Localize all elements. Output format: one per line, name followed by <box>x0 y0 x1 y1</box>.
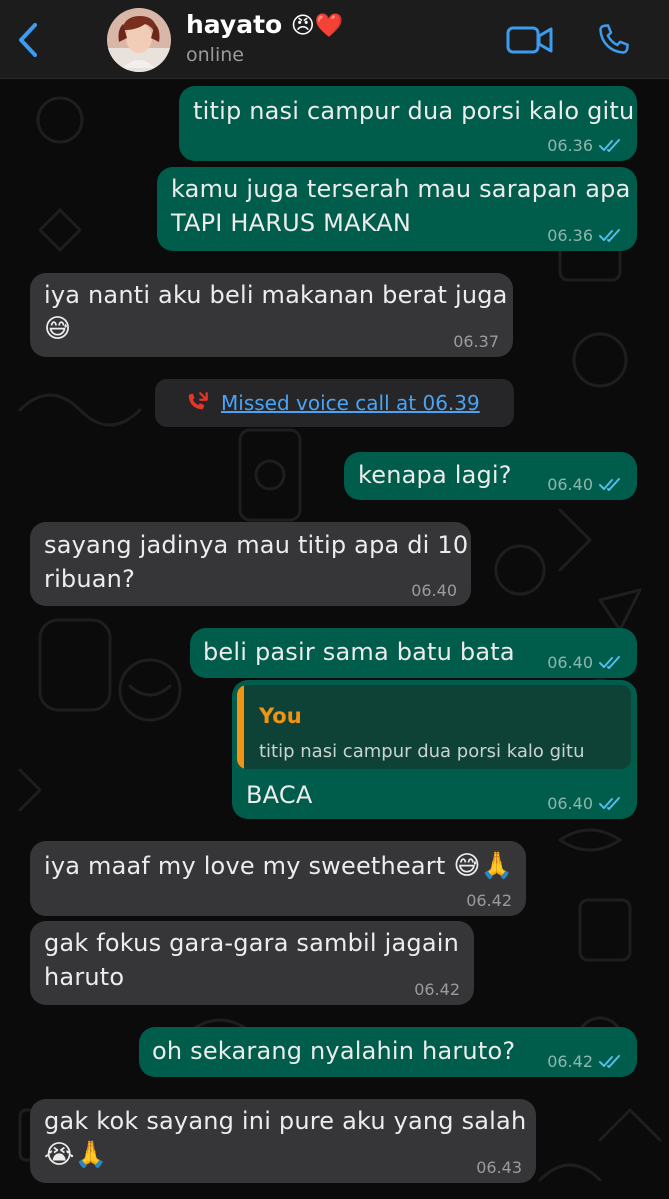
message-emoji: 😅🙏 <box>453 851 514 881</box>
message-time: 06.40 <box>547 794 593 813</box>
message-meta: 06.37 <box>453 333 499 351</box>
contact-status: online <box>186 44 244 66</box>
message-time: 06.40 <box>547 653 593 672</box>
message-time: 06.40 <box>411 581 457 600</box>
avatar[interactable] <box>107 8 171 72</box>
contact-name[interactable]: hayato 😠❤️ <box>186 10 344 39</box>
message-time: 06.37 <box>453 332 499 351</box>
read-receipt-icon <box>599 1055 620 1068</box>
message-outgoing[interactable]: kamu juga terserah mau sarapan apa TAPI … <box>157 167 637 251</box>
message-text: gak fokus gara-gara sambil jagain <box>44 929 460 957</box>
quoted-message[interactable]: You titip nasi campur dua porsi kalo git… <box>237 685 631 769</box>
message-time: 06.43 <box>476 1158 522 1177</box>
message-time: 06.40 <box>547 475 593 494</box>
message-text: BACA <box>246 781 313 809</box>
message-meta: 06.43 <box>476 1159 522 1177</box>
quote-text: titip nasi campur dua porsi kalo gitu <box>259 741 585 762</box>
message-text: sayang jadinya mau titip apa di 10 <box>44 531 469 559</box>
message-text: gak kok sayang ini pure aku yang salah <box>44 1107 527 1135</box>
message-outgoing[interactable]: beli pasir sama batu bata 06.40 <box>190 628 637 678</box>
missed-call-icon <box>188 392 208 410</box>
video-camera-icon <box>506 26 553 54</box>
message-outgoing[interactable]: oh sekarang nyalahin haruto? 06.42 <box>139 1027 637 1077</box>
message-time: 06.42 <box>466 891 512 910</box>
message-outgoing[interactable]: titip nasi campur dua porsi kalo gitu 06… <box>179 86 637 161</box>
message-meta: 06.42 <box>466 892 512 910</box>
message-text: kamu juga terserah mau sarapan apa <box>171 175 631 203</box>
read-receipt-icon <box>599 139 620 152</box>
message-outgoing[interactable]: kenapa lagi? 06.40 <box>344 452 637 500</box>
message-meta: 06.42 <box>547 1053 623 1071</box>
chevron-left-icon <box>19 23 37 57</box>
back-button[interactable] <box>12 20 44 60</box>
contact-name-text: hayato <box>186 10 283 39</box>
read-receipt-icon <box>599 656 620 669</box>
message-time: 06.36 <box>547 226 593 245</box>
message-meta: 06.40 <box>547 476 623 494</box>
missed-call-link[interactable]: Missed voice call at 06.39 <box>221 391 480 415</box>
missed-call-notice[interactable]: Missed voice call at 06.39 <box>155 379 514 427</box>
message-outgoing-reply[interactable]: You titip nasi campur dua porsi kalo git… <box>232 680 637 819</box>
phone-icon <box>599 24 629 54</box>
message-emoji: 😅 <box>44 314 72 344</box>
read-receipt-icon <box>599 229 620 242</box>
message-time: 06.42 <box>414 980 460 999</box>
message-emoji: 😭🙏 <box>44 1140 108 1170</box>
message-meta: 06.40 <box>411 582 457 600</box>
message-meta: 06.40 <box>547 795 623 813</box>
message-meta: 06.40 <box>547 654 623 672</box>
read-receipt-icon <box>599 478 620 491</box>
message-time: 06.36 <box>547 136 593 155</box>
message-incoming[interactable]: iya maaf my love my sweetheart 😅🙏 06.42 <box>30 841 526 916</box>
chat-header: hayato 😠❤️ online <box>0 0 669 79</box>
message-text: iya maaf my love my sweetheart 😅🙏 <box>44 849 526 883</box>
message-text-line2: haruto <box>44 963 125 991</box>
quote-bar <box>237 685 244 769</box>
message-text-body: iya maaf my love my sweetheart <box>44 852 446 880</box>
message-incoming[interactable]: sayang jadinya mau titip apa di 10 ribua… <box>30 522 471 606</box>
message-meta: 06.36 <box>547 137 623 155</box>
voice-call-button[interactable] <box>593 20 633 60</box>
message-meta: 06.36 <box>547 227 623 245</box>
message-text: iya nanti aku beli makanan berat juga <box>44 281 508 309</box>
video-call-button[interactable] <box>505 22 555 58</box>
message-text: titip nasi campur dua porsi kalo gitu <box>193 97 635 125</box>
chat-area[interactable]: titip nasi campur dua porsi kalo gitu 06… <box>0 80 669 1199</box>
message-text-line2: ribuan? <box>44 565 136 593</box>
message-incoming[interactable]: gak kok sayang ini pure aku yang salah 😭… <box>30 1099 536 1183</box>
message-incoming[interactable]: iya nanti aku beli makanan berat juga 😅 … <box>30 273 513 357</box>
quote-author: You <box>259 704 302 728</box>
message-time: 06.42 <box>547 1052 593 1071</box>
message-incoming[interactable]: gak fokus gara-gara sambil jagain haruto… <box>30 921 474 1005</box>
read-receipt-icon <box>599 797 620 810</box>
message-meta: 06.42 <box>414 981 460 999</box>
contact-name-emojis: 😠❤️ <box>290 13 344 39</box>
